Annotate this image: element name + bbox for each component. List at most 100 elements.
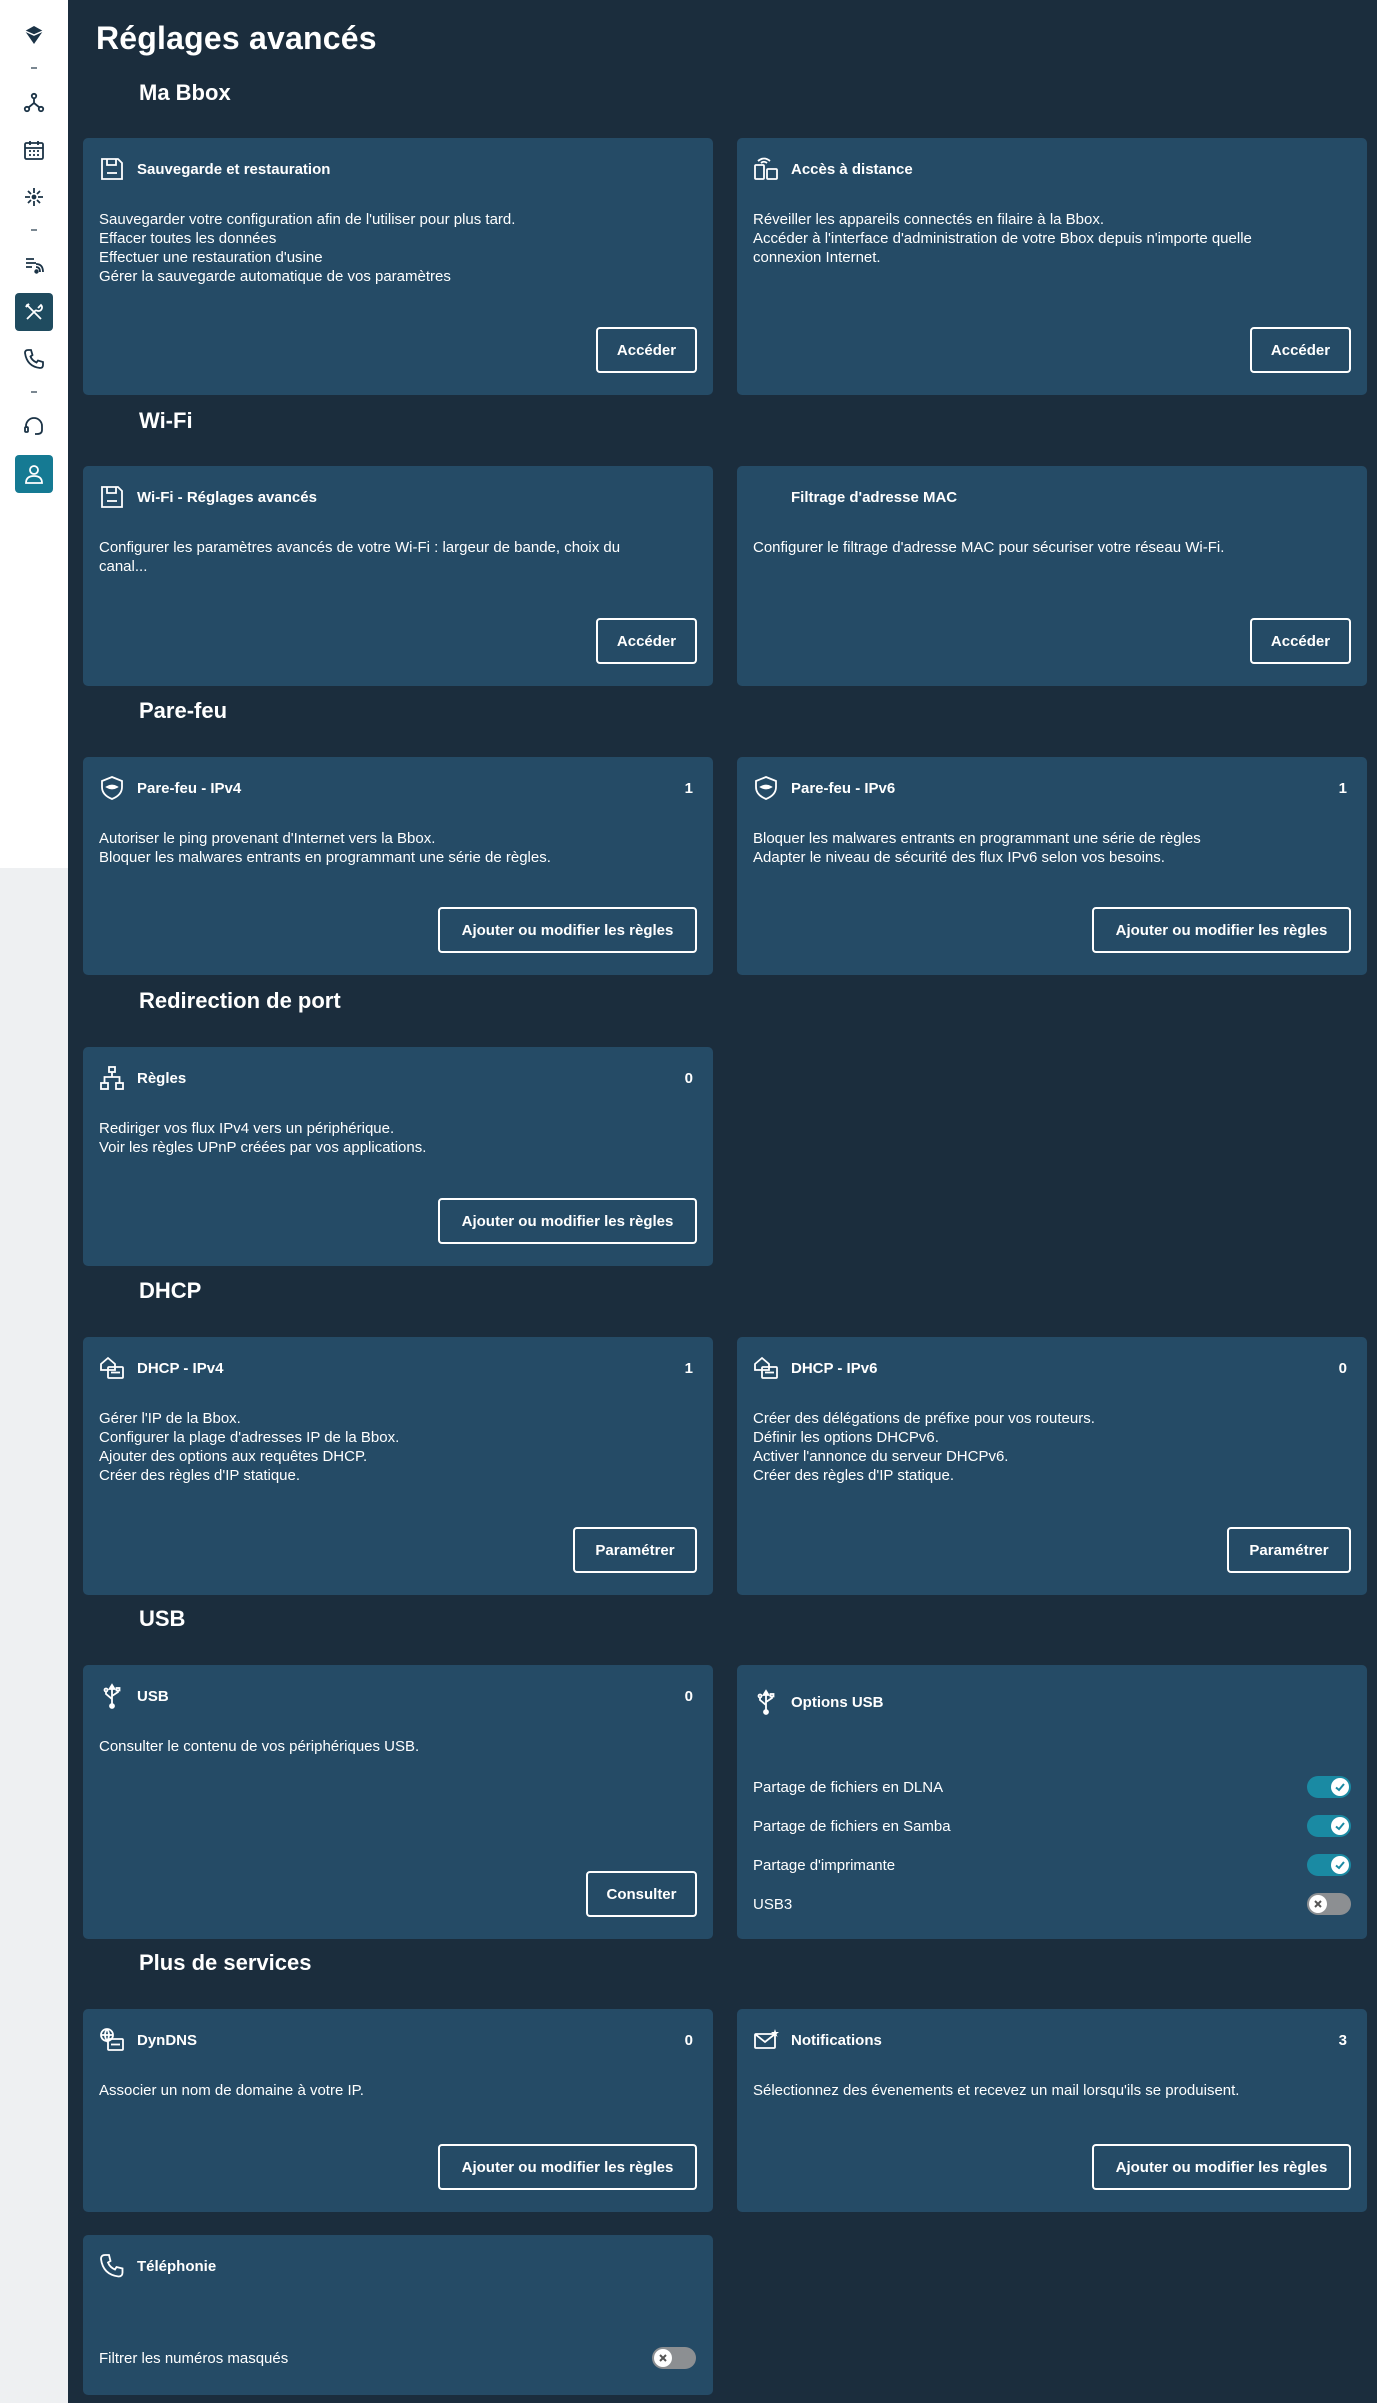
card-dyndns: DynDNS 0 Associer un nom de domaine à vo…	[83, 2009, 713, 2212]
bbox-logo-icon[interactable]	[15, 16, 53, 54]
close-icon	[654, 2349, 672, 2367]
parametrer-button[interactable]: Paramétrer	[1227, 1527, 1351, 1573]
card-description: Réveiller les appareils connectés en fil…	[753, 210, 1347, 267]
dlna-toggle[interactable]	[1307, 1776, 1351, 1798]
masked-numbers-toggle[interactable]	[652, 2347, 696, 2369]
card-title: Filtrage d'adresse MAC	[791, 488, 958, 506]
card-title: Notifications	[791, 2031, 882, 2049]
add-modify-rules-button[interactable]: Ajouter ou modifier les règles	[438, 1198, 697, 1244]
add-modify-rules-button[interactable]: Ajouter ou modifier les règles	[1092, 907, 1351, 953]
card-title: Pare-feu - IPv4	[137, 779, 242, 797]
card-options-usb: Options USB Partage de fichiers en DLNA …	[737, 1665, 1367, 1939]
section-title-parefeu: Pare-feu	[139, 698, 228, 723]
dhcp-icon	[751, 1353, 781, 1383]
acceder-button[interactable]: Accéder	[1250, 327, 1351, 373]
sparkle-icon[interactable]	[15, 178, 53, 216]
toggle-row-samba: Partage de fichiers en Samba	[753, 1813, 1351, 1839]
desc-line: Sauvegarder votre configuration afin de …	[99, 211, 516, 228]
desc-line: Autoriser le ping provenant d'Internet v…	[99, 830, 436, 847]
toggle-label: USB3	[753, 1895, 793, 1913]
desc-line: Adapter le niveau de sécurité des flux I…	[753, 849, 1165, 866]
card-title: Pare-feu - IPv6	[791, 779, 896, 797]
wifi-signal-icon[interactable]	[15, 246, 53, 284]
card-acces-distance: Accès à distance Réveiller les appareils…	[737, 138, 1367, 395]
acceder-button[interactable]: Accéder	[596, 618, 697, 664]
desc-line: Réveiller les appareils connectés en fil…	[753, 211, 1105, 228]
support-icon[interactable]	[15, 408, 53, 446]
check-icon	[1331, 1856, 1349, 1874]
card-filtrage-mac: Filtrage d'adresse MAC Configurer le fil…	[737, 466, 1367, 686]
tools-icon[interactable]	[15, 293, 53, 331]
desc-line: canal...	[99, 558, 148, 575]
card-description: Rediriger vos flux IPv4 vers un périphér…	[99, 1119, 693, 1157]
check-icon	[1331, 1817, 1349, 1835]
toggle-row-usb3: USB3	[753, 1891, 1351, 1917]
dyndns-icon	[97, 2025, 127, 2055]
shield-icon	[97, 773, 127, 803]
sidebar-separator	[31, 229, 37, 231]
sidebar	[0, 0, 68, 868]
card-title: Règles	[137, 1069, 187, 1087]
card-regles: Règles 0 Rediriger vos flux IPv4 vers un…	[83, 1047, 713, 1266]
device-count: 0	[684, 1687, 693, 1705]
toggle-label: Partage de fichiers en DLNA	[753, 1778, 944, 1796]
add-modify-rules-button[interactable]: Ajouter ou modifier les règles	[438, 907, 697, 953]
card-title: DHCP - IPv6	[791, 1359, 878, 1377]
rule-count: 1	[684, 1359, 693, 1377]
card-title: DHCP - IPv4	[137, 1359, 224, 1377]
card-title: DynDNS	[137, 2031, 198, 2049]
toggle-row-dlna: Partage de fichiers en DLNA	[753, 1774, 1351, 1800]
add-modify-rules-button[interactable]: Ajouter ou modifier les règles	[1092, 2144, 1351, 2190]
sidebar-separator	[31, 67, 37, 69]
printer-toggle[interactable]	[1307, 1854, 1351, 1876]
card-parefeu-ipv6: Pare-feu - IPv6 1 Bloquer les malwares e…	[737, 757, 1367, 975]
network-icon[interactable]	[15, 84, 53, 122]
profile-icon[interactable]	[15, 455, 53, 493]
section-title-ma-bbox: Ma Bbox	[139, 80, 231, 105]
notification-count: 3	[1338, 2031, 1347, 2049]
consulter-button[interactable]: Consulter	[586, 1871, 697, 1917]
save-icon	[97, 154, 127, 184]
shield-icon	[751, 773, 781, 803]
page-title: Réglages avancés	[96, 20, 377, 56]
card-description: Associer un nom de domaine à votre IP.	[99, 2081, 693, 2100]
samba-toggle[interactable]	[1307, 1815, 1351, 1837]
card-dhcp-ipv4: DHCP - IPv4 1 Gérer l'IP de la Bbox. Con…	[83, 1337, 713, 1595]
toggle-label: Filtrer les numéros masqués	[99, 2349, 289, 2367]
desc-line: Rediriger vos flux IPv4 vers un périphér…	[99, 1120, 395, 1137]
card-title: Accès à distance	[791, 160, 913, 178]
rule-count: 0	[684, 2031, 693, 2049]
rule-count: 0	[684, 1069, 693, 1087]
usb3-toggle[interactable]	[1307, 1893, 1351, 1915]
usb-icon	[751, 1687, 781, 1717]
desc-line: Créer des règles d'IP statique.	[99, 1467, 301, 1484]
acceder-button[interactable]: Accéder	[596, 327, 697, 373]
card-description: Créer des délégations de préfixe pour vo…	[753, 1409, 1347, 1485]
desc-line: Créer des règles d'IP statique.	[753, 1467, 955, 1484]
add-modify-rules-button[interactable]: Ajouter ou modifier les règles	[438, 2144, 697, 2190]
calendar-icon[interactable]	[15, 131, 53, 169]
desc-line: Activer l'annonce du serveur DHCPv6.	[753, 1448, 1009, 1465]
desc-line: connexion Internet.	[753, 249, 881, 266]
parametrer-button[interactable]: Paramétrer	[573, 1527, 697, 1573]
rule-count: 0	[1338, 1359, 1347, 1377]
card-dhcp-ipv6: DHCP - IPv6 0 Créer des délégations de p…	[737, 1337, 1367, 1595]
card-title: USB	[137, 1687, 169, 1705]
desc-line: Gérer l'IP de la Bbox.	[99, 1410, 241, 1427]
acceder-button[interactable]: Accéder	[1250, 618, 1351, 664]
save-icon	[97, 482, 127, 512]
desc-line: Accéder à l'interface d'administration d…	[753, 230, 1252, 247]
section-title-usb: USB	[139, 1606, 186, 1631]
card-wifi-avances: Wi-Fi - Réglages avancés Configurer les …	[83, 466, 713, 686]
desc-line: Configurer la plage d'adresses IP de la …	[99, 1429, 400, 1446]
close-icon	[1309, 1895, 1327, 1913]
card-title: Wi-Fi - Réglages avancés	[137, 488, 317, 506]
toggle-label: Partage de fichiers en Samba	[753, 1817, 951, 1835]
phone-icon[interactable]	[15, 340, 53, 378]
card-title: Sauvegarde et restauration	[137, 160, 331, 178]
card-notifications: Notifications 3 Sélectionnez des éveneme…	[737, 2009, 1367, 2212]
desc-line: Associer un nom de domaine à votre IP.	[99, 2082, 364, 2099]
card-usb: USB 0 Consulter le contenu de vos périph…	[83, 1665, 713, 1939]
card-parefeu-ipv4: Pare-feu - IPv4 1 Autoriser le ping prov…	[83, 757, 713, 975]
card-telephonie: Téléphonie Filtrer les numéros masqués	[83, 2235, 713, 2395]
